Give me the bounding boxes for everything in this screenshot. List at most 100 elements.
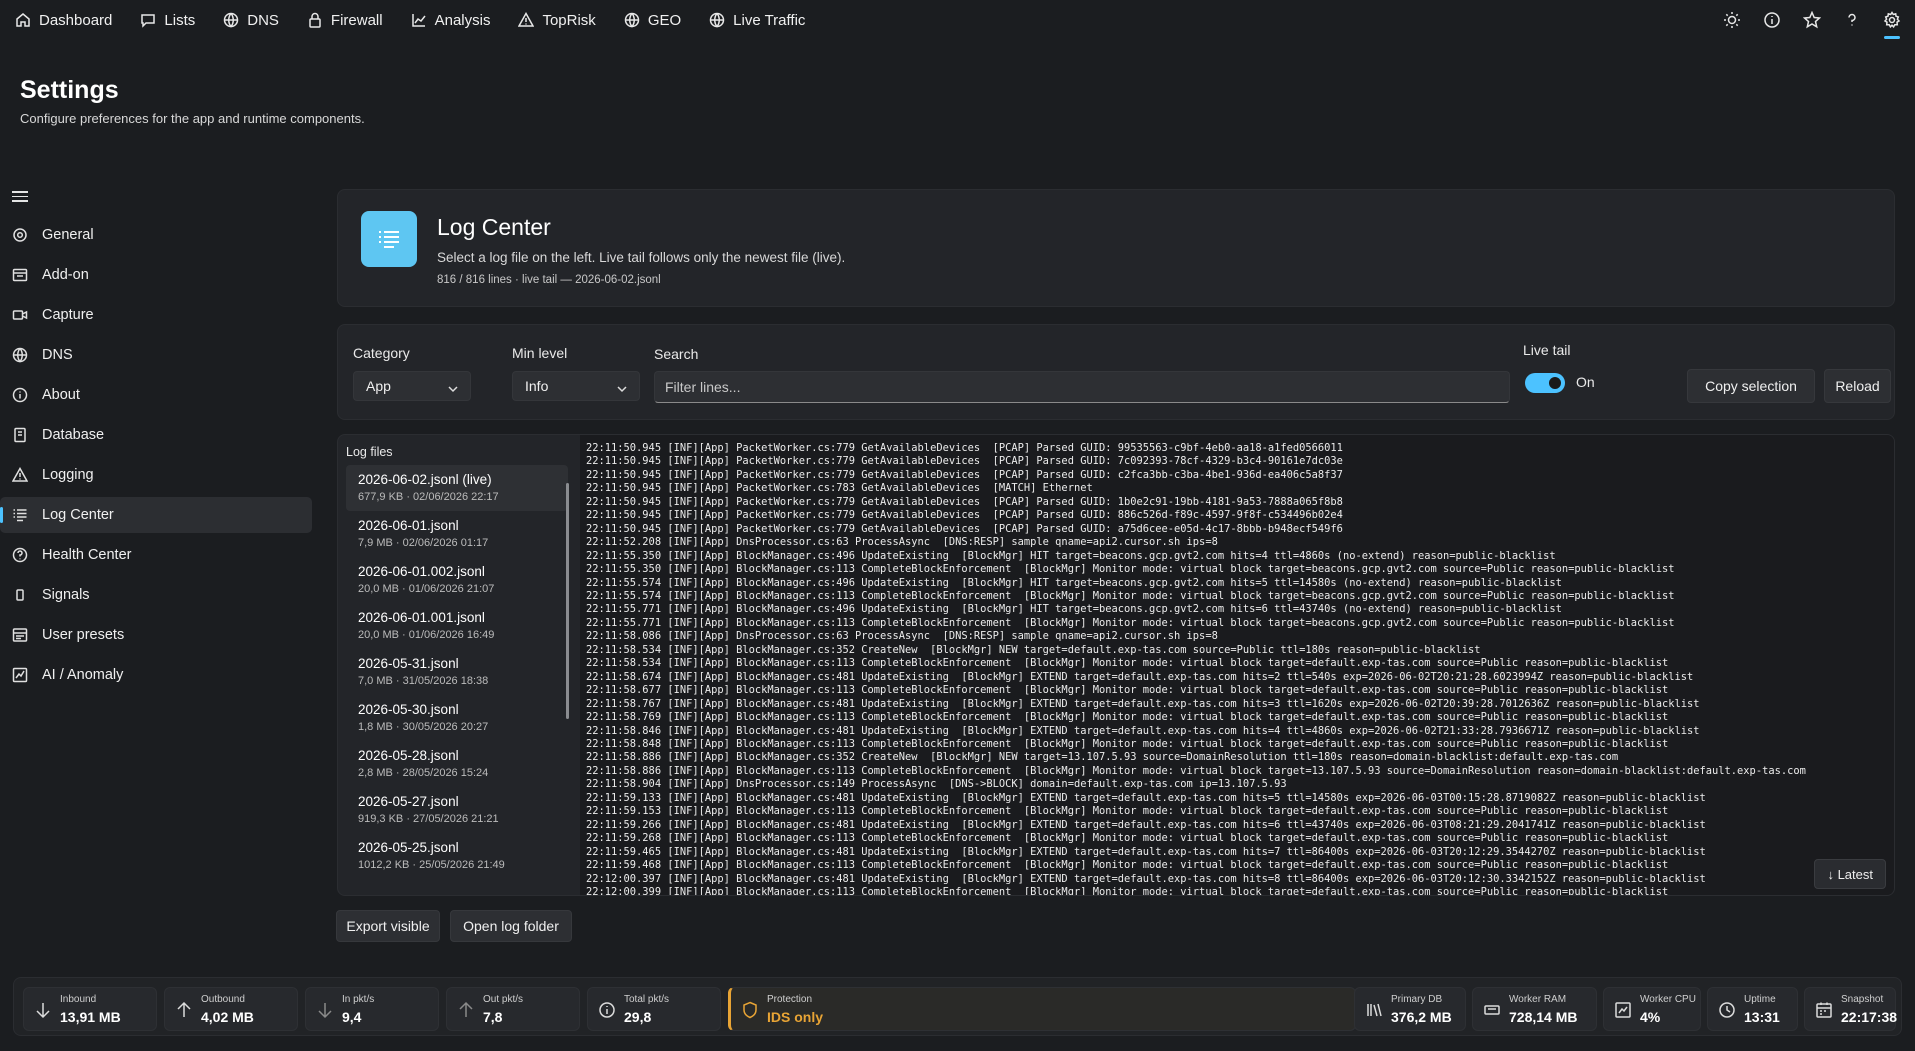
log-file-name: 2026-06-01.001.jsonl (358, 610, 485, 625)
log-line: 22:11:58.846 [INF][App] BlockManager.cs:… (586, 724, 1700, 737)
log-file-meta: 7,9 MB · 02/06/2026 01:17 (358, 537, 489, 549)
calendar-icon (1815, 1001, 1833, 1019)
sidebar-item-signals[interactable]: Signals (0, 577, 312, 613)
sidebar-item-capture[interactable]: Capture (0, 297, 312, 333)
sidebar-item-log-center[interactable]: Log Center (0, 497, 312, 533)
stat-label: Inbound (60, 994, 97, 1005)
sidebar-item-user-presets[interactable]: User presets (0, 617, 312, 653)
log-center-title: Log Center (437, 214, 551, 240)
lock-icon (309, 12, 321, 28)
log-viewer[interactable]: 22:11:50.945 [INF][App] PacketWorker.cs:… (580, 435, 1894, 896)
copy-selection-button[interactable]: Copy selection (1687, 369, 1815, 403)
sidebar-item-health-center[interactable]: Health Center (0, 537, 312, 573)
nav-lists[interactable]: Lists (126, 0, 209, 40)
chart-icon (411, 14, 426, 27)
stat-value: 728,14 MB (1509, 1009, 1578, 1025)
log-line: 22:11:59.153 [INF][App] BlockManager.cs:… (586, 805, 1669, 818)
nav-live-traffic[interactable]: Live Traffic (695, 0, 819, 40)
log-file-list[interactable]: 2026-06-02.jsonl (live) 677,9 KB · 02/06… (346, 465, 568, 890)
stat-value: IDS only (767, 1009, 824, 1025)
nav-geo[interactable]: GEO (610, 0, 695, 40)
ram-icon (1483, 1001, 1501, 1019)
log-file-name: 2026-06-02.jsonl (live) (358, 472, 492, 487)
log-line: 22:12:00.397 [INF][App] BlockManager.cs:… (586, 872, 1706, 885)
stat-worker-ram: Worker RAM 728,14 MB (1472, 987, 1597, 1031)
log-line: 22:11:50.945 [INF][App] PacketWorker.cs:… (586, 482, 1093, 495)
stat-uptime: Uptime 13:31 (1707, 987, 1798, 1031)
nav-toprisk[interactable]: TopRisk (504, 0, 609, 40)
sidebar-item-label: Capture (42, 307, 94, 323)
nav-dns[interactable]: DNS (209, 0, 293, 40)
log-line: 22:11:59.468 [INF][App] BlockManager.cs:… (586, 859, 1669, 872)
log-file-name: 2026-05-28.jsonl (358, 748, 459, 763)
arrow-down-icon (316, 1001, 334, 1019)
nav-label: Lists (164, 11, 196, 29)
live-tail-toggle[interactable] (1525, 373, 1565, 393)
sidebar-item-general[interactable]: General (0, 217, 312, 253)
log-file-item[interactable]: 2026-05-30.jsonl 1,8 MB · 30/05/2026 20:… (346, 695, 568, 741)
nav-label: GEO (647, 11, 682, 29)
log-file-meta: 919,3 KB · 27/05/2026 21:21 (358, 813, 499, 825)
log-file-item[interactable]: 2026-06-02.jsonl (live) 677,9 KB · 02/06… (346, 465, 568, 511)
log-file-item[interactable]: 2026-05-31.jsonl 7,0 MB · 31/05/2026 18:… (346, 649, 568, 695)
nav-right-icons (1723, 0, 1901, 40)
min-level-label: Min level (512, 345, 568, 361)
log-line: 22:11:58.767 [INF][App] BlockManager.cs:… (586, 697, 1700, 710)
sidebar-item-add-on[interactable]: Add-on (0, 257, 312, 293)
stat-protection: Protection IDS only (728, 987, 1356, 1031)
live-tail-label: Live tail (1523, 342, 1571, 358)
category-select[interactable]: App (353, 371, 471, 401)
open-log-folder-button[interactable]: Open log folder (450, 910, 572, 942)
hamburger-menu-icon[interactable] (12, 188, 28, 204)
log-line: 22:11:55.350 [INF][App] BlockManager.cs:… (586, 549, 1556, 562)
info-icon[interactable] (1763, 11, 1781, 29)
capture-icon (12, 310, 28, 320)
log-file-item[interactable]: 2026-06-01.jsonl 7,9 MB · 02/06/2026 01:… (346, 511, 568, 557)
sidebar-item-label: Log Center (42, 507, 114, 523)
star-icon[interactable] (1802, 10, 1822, 29)
sidebar-item-dns[interactable]: DNS (0, 337, 312, 373)
log-line: 22:11:58.086 [INF][App] DnsProcessor.cs:… (586, 630, 1218, 643)
log-file-item[interactable]: 2026-06-01.002.jsonl 20,0 MB · 01/06/202… (346, 557, 568, 603)
stat-label: Out pkt/s (483, 994, 524, 1005)
min-level-value: Info (525, 378, 549, 394)
nav-analysis[interactable]: Analysis (397, 0, 505, 40)
stat-label: Worker RAM (1509, 994, 1567, 1005)
stat-value: 4,02 MB (201, 1009, 254, 1025)
log-file-meta: 1,8 MB · 30/05/2026 20:27 (358, 721, 489, 733)
help-icon[interactable] (1843, 11, 1861, 29)
search-input[interactable] (654, 371, 1510, 403)
sidebar-item-ai-anomaly[interactable]: AI / Anomaly (0, 657, 312, 693)
sun-icon[interactable] (1723, 11, 1741, 29)
addon-icon (12, 268, 28, 282)
nav-dashboard[interactable]: Dashboard (0, 0, 126, 40)
latest-button[interactable]: ↓ Latest (1814, 859, 1886, 889)
signal-icon (16, 589, 24, 601)
sidebar-item-database[interactable]: Database (0, 417, 312, 453)
file-list-scrollbar[interactable] (566, 483, 569, 719)
stat-inbound: Inbound 13,91 MB (23, 987, 157, 1031)
gear-icon[interactable] (1883, 11, 1901, 39)
log-file-item[interactable]: 2026-05-28.jsonl 2,8 MB · 28/05/2026 15:… (346, 741, 568, 787)
min-level-select[interactable]: Info (512, 371, 640, 401)
log-file-item[interactable]: 2026-06-01.001.jsonl 20,0 MB · 01/06/202… (346, 603, 568, 649)
stat-label: Outbound (201, 994, 245, 1005)
reload-button[interactable]: Reload (1824, 369, 1891, 403)
stat-outbound: Outbound 4,02 MB (164, 987, 298, 1031)
log-line: 22:11:50.945 [INF][App] PacketWorker.cs:… (586, 442, 1343, 454)
sidebar-item-logging[interactable]: Logging (0, 457, 312, 493)
sidebar-item-about[interactable]: About (0, 377, 312, 413)
log-line: 22:11:58.886 [INF][App] BlockManager.cs:… (586, 751, 1619, 764)
log-file-item[interactable]: 2026-05-25.jsonl 1012,2 KB · 25/05/2026 … (346, 833, 568, 879)
log-file-item[interactable]: 2026-05-27.jsonl 919,3 KB · 27/05/2026 2… (346, 787, 568, 833)
log-line: 22:12:00.399 [INF][App] BlockManager.cs:… (586, 885, 1669, 896)
info-icon (598, 1001, 616, 1019)
log-line: 22:11:58.534 [INF][App] BlockManager.cs:… (586, 643, 1481, 656)
stat-label: Total pkt/s (624, 994, 670, 1005)
log-line: 22:11:58.904 [INF][App] DnsProcessor.cs:… (586, 778, 1287, 791)
nav-firewall[interactable]: Firewall (293, 0, 397, 40)
export-visible-button[interactable]: Export visible (336, 910, 440, 942)
status-bar: Inbound 13,91 MB Outbound 4,02 MB In pkt… (13, 977, 1902, 1036)
chat-icon (141, 14, 156, 28)
log-file-name: 2026-05-27.jsonl (358, 794, 459, 809)
